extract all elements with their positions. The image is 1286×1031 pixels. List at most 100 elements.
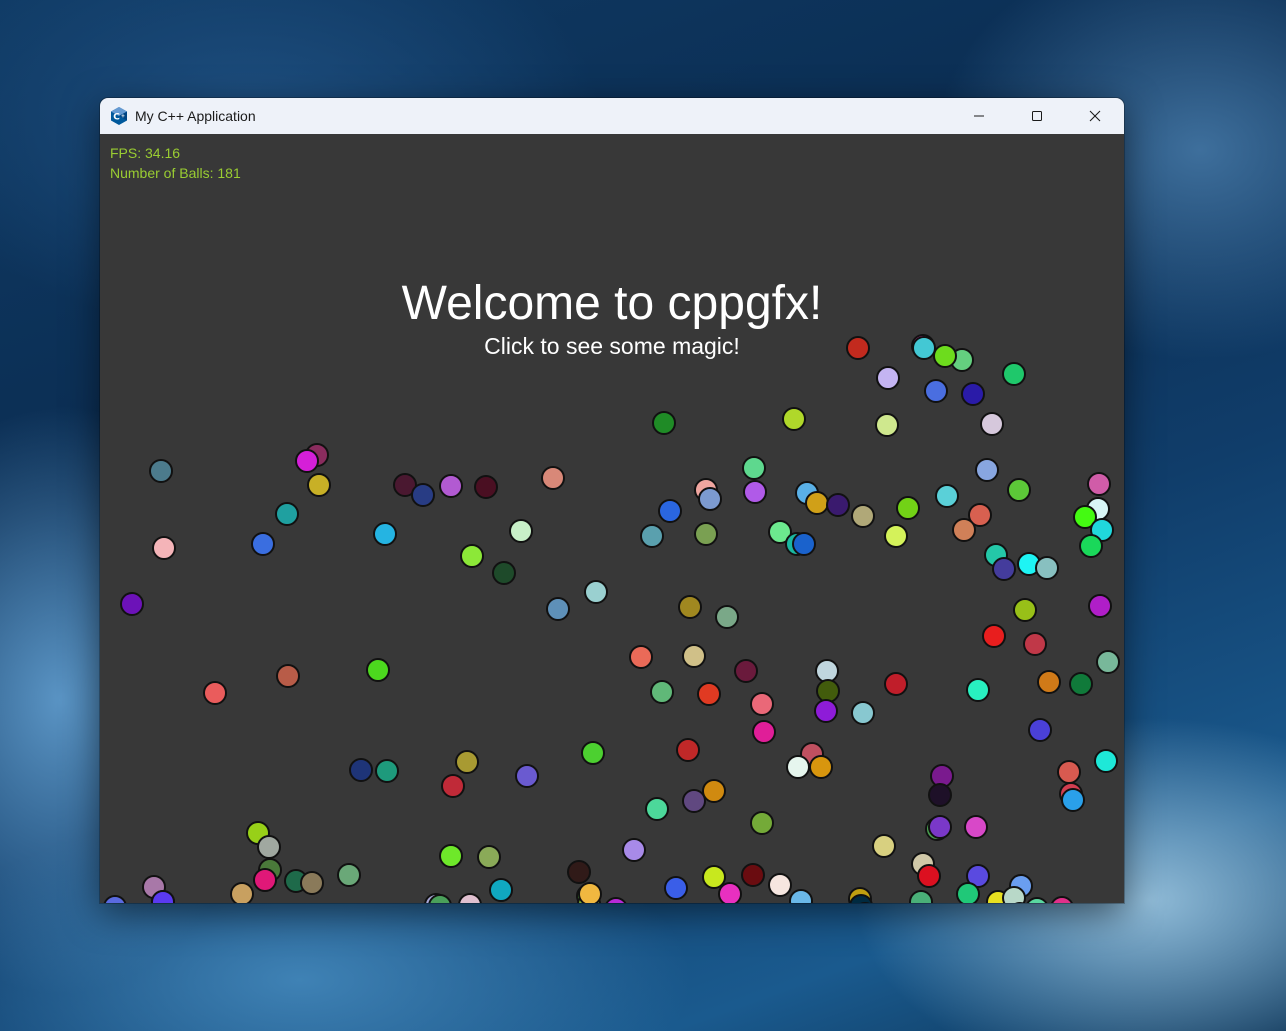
ball (876, 366, 900, 390)
ball (629, 645, 653, 669)
ball (682, 644, 706, 668)
ball (203, 681, 227, 705)
ball (295, 449, 319, 473)
ball (956, 882, 980, 903)
ball (702, 779, 726, 803)
render-canvas[interactable]: FPS: 34.16 Number of Balls: 181 Welcome … (100, 134, 1124, 903)
ball (230, 882, 254, 903)
ball (980, 412, 1004, 436)
ball (1026, 897, 1048, 903)
ball (439, 844, 463, 868)
ball (768, 873, 792, 897)
ball (741, 863, 765, 887)
title-bar[interactable]: C + My C++ Application (100, 98, 1124, 134)
ball (752, 720, 776, 744)
ball (872, 834, 896, 858)
ball (120, 592, 144, 616)
ball (966, 678, 990, 702)
ball (678, 595, 702, 619)
ball (253, 868, 277, 892)
ball (541, 466, 565, 490)
ball (816, 679, 840, 703)
ball (851, 701, 875, 725)
stats-overlay: FPS: 34.16 Number of Balls: 181 (110, 143, 241, 183)
maximize-button[interactable] (1008, 98, 1066, 134)
ball (875, 413, 899, 437)
ball (151, 890, 175, 903)
maximize-icon (1032, 111, 1042, 121)
ball (658, 499, 682, 523)
ball (1013, 598, 1037, 622)
window-controls (950, 98, 1124, 134)
ball (650, 680, 674, 704)
ball (961, 382, 985, 406)
ball (896, 496, 920, 520)
ball (349, 758, 373, 782)
ball (884, 524, 908, 548)
ball (782, 407, 806, 431)
ball-count: Number of Balls: 181 (110, 165, 241, 181)
ball (928, 815, 952, 839)
ball (546, 597, 570, 621)
ball (581, 741, 605, 765)
ball (276, 664, 300, 688)
ball (734, 659, 758, 683)
ball (373, 522, 397, 546)
ball (718, 882, 742, 903)
ball (474, 475, 498, 499)
ball (509, 519, 533, 543)
ball (300, 871, 324, 895)
ball (458, 893, 482, 903)
ball (567, 860, 591, 884)
ball (982, 624, 1006, 648)
ball (809, 755, 833, 779)
ball (375, 759, 399, 783)
ball (103, 895, 127, 903)
ball (439, 474, 463, 498)
ball (814, 699, 838, 723)
close-button[interactable] (1066, 98, 1124, 134)
ball (975, 458, 999, 482)
fps-counter: FPS: 34.16 (110, 145, 181, 161)
ball (515, 764, 539, 788)
ball (1035, 556, 1059, 580)
ball (366, 658, 390, 682)
ball (698, 487, 722, 511)
ball (750, 811, 774, 835)
welcome-heading: Welcome to cppgfx! (401, 277, 823, 330)
ball (928, 783, 952, 807)
ball (578, 882, 602, 903)
ball (935, 484, 959, 508)
balls-layer (103, 334, 1120, 903)
ball (789, 889, 813, 903)
ball (455, 750, 479, 774)
ball (1088, 594, 1112, 618)
ball (815, 659, 839, 683)
ball (750, 692, 774, 716)
ball (1057, 760, 1081, 784)
cpp-logo-icon: C + (109, 106, 129, 126)
ball (1028, 718, 1052, 742)
ball (441, 774, 465, 798)
ball (1079, 534, 1103, 558)
ball (1096, 650, 1120, 674)
ball (851, 504, 875, 528)
app-window: C + My C++ Application FPS: 34.16 Number… (100, 98, 1124, 903)
minimize-button[interactable] (950, 98, 1008, 134)
ball (664, 876, 688, 900)
ball (1069, 672, 1093, 696)
ball (1023, 632, 1047, 656)
ball (1037, 670, 1061, 694)
click-prompt: Click to see some magic! (484, 333, 740, 359)
ball (702, 865, 726, 889)
ball (964, 815, 988, 839)
ball (257, 835, 281, 859)
ball (826, 493, 850, 517)
ball (952, 518, 976, 542)
ball (149, 459, 173, 483)
ball (251, 532, 275, 556)
ball (1087, 472, 1111, 496)
ball (652, 411, 676, 435)
window-title: My C++ Application (135, 108, 256, 124)
ball (805, 491, 829, 515)
